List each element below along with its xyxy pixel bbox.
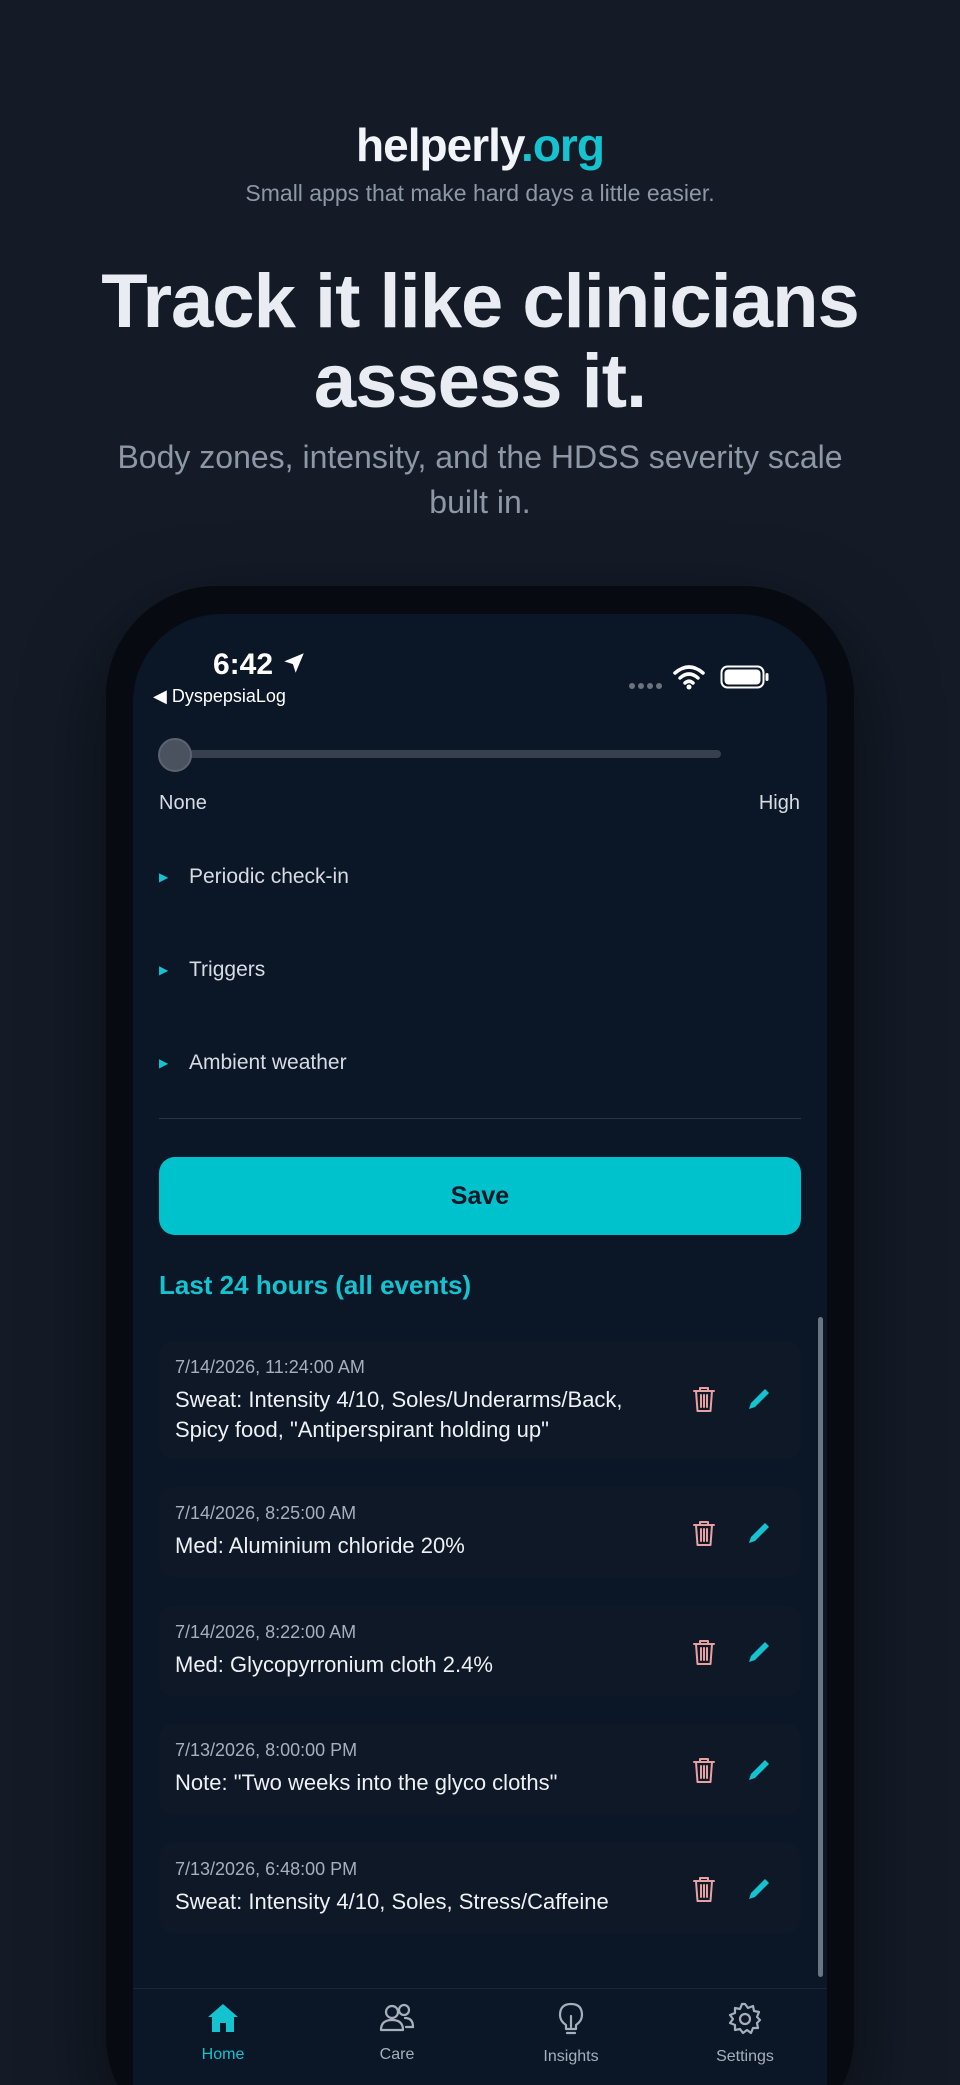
save-button[interactable]: Save (159, 1157, 801, 1235)
event-description: Med: Glycopyrronium cloth 2.4% (175, 1652, 493, 1677)
battery-icon (720, 665, 769, 689)
event-card: 7/13/2026, 8:00:00 PM Note: "Two weeks i… (159, 1724, 801, 1814)
brand-logo: helperly.org (0, 118, 960, 172)
event-timestamp: 7/14/2026, 8:22:00 AM (175, 1622, 357, 1642)
section-ambient-weather[interactable]: ▶ Ambient weather (159, 1051, 347, 1075)
tab-settings[interactable]: Settings (675, 2001, 815, 2066)
trash-icon[interactable] (691, 1638, 717, 1666)
pencil-icon[interactable] (745, 1875, 773, 1903)
subhead-line-2: built in. (429, 484, 531, 520)
subhead-line-1: Body zones, intensity, and the HDSS seve… (117, 439, 843, 475)
tab-care[interactable]: Care (327, 2001, 467, 2064)
signal-dots-icon (629, 683, 662, 689)
pencil-icon[interactable] (745, 1756, 773, 1784)
section-label: Ambient weather (189, 1051, 347, 1074)
events-section-title: Last 24 hours (all events) (159, 1270, 472, 1300)
severity-slider-track[interactable] (173, 750, 721, 758)
event-card: 7/14/2026, 8:22:00 AM Med: Glycopyrroniu… (159, 1606, 801, 1696)
event-card: 7/14/2026, 11:24:00 AM Sweat: Intensity … (159, 1341, 801, 1459)
hero-headline: Track it like clinicians assess it. (60, 262, 900, 422)
tab-label: Care (379, 2046, 415, 2063)
tab-label: Settings (716, 2048, 774, 2065)
disclosure-triangle-icon: ▶ (159, 963, 169, 977)
home-icon (208, 2004, 238, 2032)
people-icon (379, 2003, 415, 2032)
headline-line-1: Track it like clinicians (101, 259, 860, 344)
slider-min-label: None (159, 792, 207, 814)
section-label: Triggers (189, 958, 266, 981)
event-card: 7/14/2026, 8:25:00 AM Med: Aluminium chl… (159, 1487, 801, 1577)
lightbulb-icon (558, 2002, 584, 2035)
event-description: Sweat: Intensity 4/10, Soles/Underarms/B… (175, 1385, 675, 1445)
phone-screen: 6:42 ◀ DyspepsiaLog None High ▶ Periodic… (133, 614, 827, 2085)
trash-icon[interactable] (691, 1385, 717, 1413)
section-triggers[interactable]: ▶ Triggers (159, 958, 265, 982)
tab-insights[interactable]: Insights (501, 2001, 641, 2066)
gear-icon (728, 2002, 762, 2035)
brand-tagline: Small apps that make hard days a little … (245, 180, 715, 206)
event-timestamp: 7/14/2026, 11:24:00 AM (175, 1357, 365, 1377)
disclosure-triangle-icon: ▶ (159, 870, 169, 884)
event-card: 7/13/2026, 6:48:00 PM Sweat: Intensity 4… (159, 1843, 801, 1933)
pencil-icon[interactable] (745, 1519, 773, 1547)
divider (159, 1118, 801, 1119)
trash-icon[interactable] (691, 1875, 717, 1903)
severity-slider-thumb[interactable] (158, 738, 192, 772)
event-timestamp: 7/14/2026, 8:25:00 AM (175, 1503, 357, 1523)
wifi-icon (673, 665, 705, 690)
event-timestamp: 7/13/2026, 6:48:00 PM (175, 1859, 358, 1879)
event-description: Note: "Two weeks into the glyco cloths" (175, 1770, 558, 1795)
section-periodic-check-in[interactable]: ▶ Periodic check-in (159, 865, 349, 889)
tab-bar: Home Care Insights Settings (133, 1988, 827, 2085)
tab-label: Insights (543, 2048, 599, 2065)
slider-max-label: High (758, 792, 800, 814)
event-line-1: Sweat: Intensity 4/10, Soles/Underarms/B… (175, 1387, 623, 1412)
tab-home[interactable]: Home (153, 2001, 293, 2064)
hero-subhead: Body zones, intensity, and the HDSS seve… (60, 435, 900, 525)
status-time: 6:42 (213, 648, 274, 681)
location-arrow-icon (284, 653, 304, 673)
pencil-icon[interactable] (745, 1385, 773, 1413)
brand-tld: .org (521, 119, 605, 171)
event-timestamp: 7/13/2026, 8:00:00 PM (175, 1740, 358, 1760)
headline-line-2: assess it. (313, 339, 647, 424)
brand-name: helperly (356, 119, 522, 171)
event-line-2: Spicy food, "Antiperspirant holding up" (175, 1417, 549, 1442)
event-description: Med: Aluminium chloride 20% (175, 1533, 465, 1558)
scrollbar[interactable] (818, 1317, 823, 1977)
trash-icon[interactable] (691, 1519, 717, 1547)
tab-label: Home (201, 2046, 245, 2063)
back-to-app-link[interactable]: ◀ DyspepsiaLog (153, 686, 286, 707)
event-description: Sweat: Intensity 4/10, Soles, Stress/Caf… (175, 1889, 609, 1914)
trash-icon[interactable] (691, 1756, 717, 1784)
section-label: Periodic check-in (189, 865, 349, 888)
disclosure-triangle-icon: ▶ (159, 1056, 169, 1070)
pencil-icon[interactable] (745, 1638, 773, 1666)
